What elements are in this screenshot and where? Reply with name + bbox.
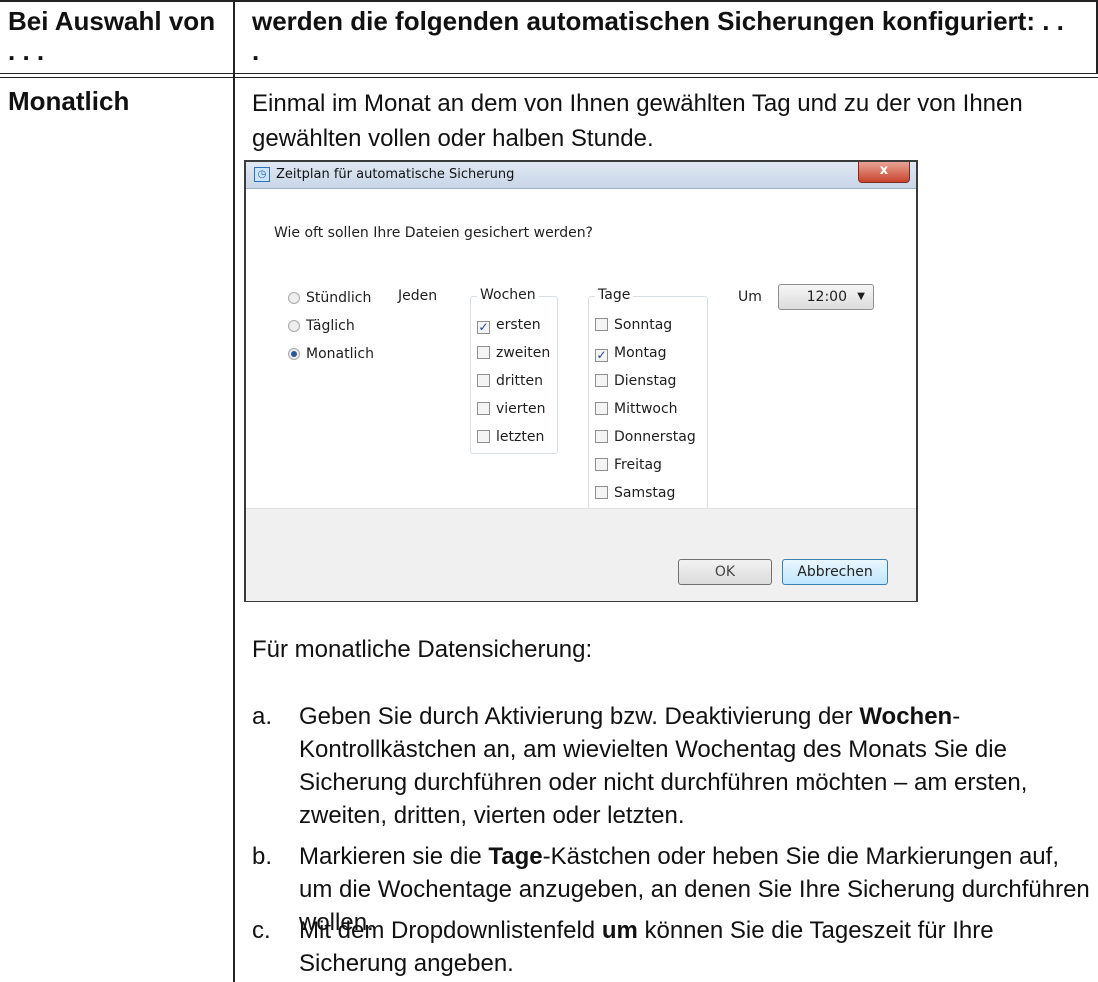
day-checkbox-thursday[interactable]: Donnerstag (595, 427, 696, 447)
close-button[interactable]: x (858, 162, 910, 183)
checkbox-label: dritten (496, 373, 543, 389)
radio-label: Täglich (306, 318, 355, 334)
week-checkbox-last[interactable]: letzten (477, 427, 544, 447)
item-text: Geben Sie durch Aktivierung bzw. Deaktiv… (299, 700, 1092, 832)
schedule-dialog: ◷ Zeitplan für automatische Sicherung x … (244, 160, 918, 602)
row-label-monthly: Monatlich (8, 86, 130, 116)
radio-monthly[interactable]: Monatlich (288, 344, 374, 364)
radio-button-selected-icon (288, 348, 300, 360)
column-divider (233, 0, 235, 982)
radio-label: Monatlich (306, 346, 374, 362)
week-checkbox-third[interactable]: dritten (477, 371, 543, 391)
checkbox-label: Freitag (614, 457, 662, 473)
checkbox-icon (477, 402, 490, 415)
checkbox-checked-icon: ✓ (477, 320, 490, 334)
days-group-title: Tage (595, 287, 634, 303)
day-checkbox-saturday[interactable]: Samstag (595, 483, 675, 503)
checkbox-label: vierten (496, 401, 546, 417)
header-bottom-rule-double (0, 77, 1098, 78)
day-checkbox-tuesday[interactable]: Dienstag (595, 371, 676, 391)
dialog-footer: OK Abbrechen (246, 508, 916, 601)
checkbox-label: Sonntag (614, 317, 673, 333)
checkbox-label: ersten (496, 317, 541, 333)
column-header-selection: Bei Auswahl von . . . (8, 6, 216, 66)
checkbox-label: Mittwoch (614, 401, 678, 417)
week-checkbox-first[interactable]: ✓ ersten (477, 315, 541, 335)
weeks-group: Wochen ✓ ersten zweiten dritten vierten l… (470, 287, 558, 454)
radio-label: Stündlich (306, 290, 372, 306)
checkbox-icon (477, 374, 490, 387)
ok-button[interactable]: OK (678, 559, 772, 585)
dropdown-arrow-icon: ▼ (857, 291, 865, 302)
header-bottom-rule (0, 73, 1098, 74)
radio-hourly[interactable]: Stündlich (288, 288, 371, 308)
item-text-part: Mit dem Dropdownlistenfeld (299, 917, 602, 944)
checkbox-label: zweiten (496, 345, 551, 361)
row-description: Einmal im Monat an dem von Ihnen gewählt… (252, 90, 1023, 152)
checkbox-icon (595, 318, 608, 331)
checkbox-icon (595, 430, 608, 443)
weeks-group-title: Wochen (477, 287, 539, 303)
time-value: 12:00 (806, 289, 847, 305)
day-checkbox-monday[interactable]: ✓ Montag (595, 343, 666, 363)
dialog-title: Zeitplan für automatische Sicherung (276, 167, 515, 182)
radio-button-icon (288, 292, 300, 304)
checkbox-label: Dienstag (614, 373, 677, 389)
checkbox-label: letzten (496, 429, 545, 445)
time-label: Um (738, 289, 762, 305)
instructions-heading: Für monatliche Datensicherung: (252, 636, 593, 663)
column-header-result: werden die folgenden automatischen Siche… (252, 6, 1064, 66)
item-marker: c. (252, 917, 271, 944)
checkbox-icon (595, 402, 608, 415)
item-text: Mit dem Dropdownlistenfeld um können Sie… (299, 914, 1092, 980)
day-checkbox-friday[interactable]: Freitag (595, 455, 662, 475)
checkbox-icon (595, 486, 608, 499)
time-dropdown[interactable]: 12:00 ▼ (778, 284, 874, 310)
checkbox-label: Montag (614, 345, 667, 361)
checkbox-icon (595, 374, 608, 387)
cancel-button[interactable]: Abbrechen (782, 559, 888, 585)
item-text-bold: um (601, 917, 638, 944)
table-top-rule (0, 0, 1098, 2)
item-text-part: Markieren sie die (299, 843, 489, 870)
frequency-question: Wie oft sollen Ihre Dateien gesichert we… (274, 225, 593, 241)
item-text-bold: Tage (488, 843, 543, 870)
day-checkbox-sunday[interactable]: Sonntag (595, 315, 672, 335)
radio-daily[interactable]: Täglich (288, 316, 355, 336)
radio-button-icon (288, 320, 300, 332)
item-text-bold: Wochen (859, 703, 953, 730)
every-label: Jeden (398, 288, 438, 304)
checkbox-label: Donnerstag (614, 429, 696, 445)
checkbox-checked-icon: ✓ (595, 348, 608, 362)
clock-app-icon: ◷ (254, 167, 270, 182)
item-marker: b. (252, 843, 273, 870)
item-marker: a. (252, 703, 273, 730)
days-group: Tage Sonntag ✓ Montag Dienstag Mittwoch D… (588, 287, 708, 510)
checkbox-icon (477, 430, 490, 443)
checkbox-label: Samstag (614, 485, 676, 501)
dialog-titlebar: ◷ Zeitplan für automatische Sicherung x (246, 162, 916, 189)
item-text-part: Geben Sie durch Aktivierung bzw. Deaktiv… (299, 703, 860, 730)
week-checkbox-fourth[interactable]: vierten (477, 399, 546, 419)
checkbox-icon (477, 346, 490, 359)
week-checkbox-second[interactable]: zweiten (477, 343, 550, 363)
checkbox-icon (595, 458, 608, 471)
day-checkbox-wednesday[interactable]: Mittwoch (595, 399, 678, 419)
